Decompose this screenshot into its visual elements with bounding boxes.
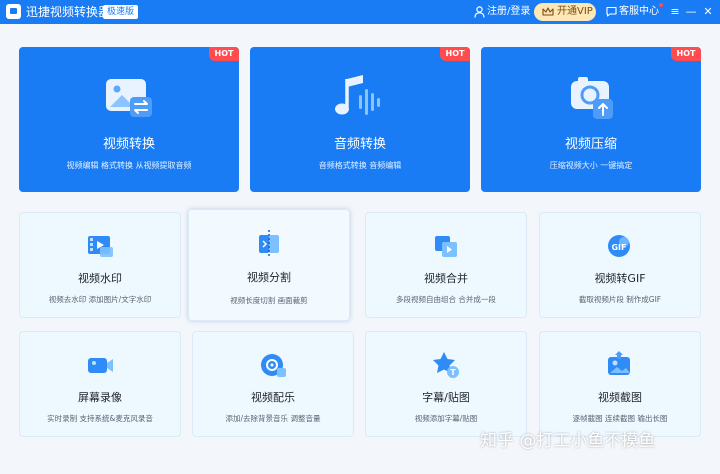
card-desc: 压缩视频大小 一键搞定 <box>549 161 633 170</box>
card-audio-convert[interactable]: HOT 音频转换 音频格式转换 音频编辑 <box>250 47 470 192</box>
minimize-button[interactable]: — <box>684 4 698 20</box>
card-desc: 实时录制 支持系统&麦克风录音 <box>47 414 153 423</box>
user-icon[interactable] <box>474 6 485 18</box>
login-link[interactable]: 注册/登录 <box>487 5 530 19</box>
svg-text:T: T <box>450 368 456 377</box>
notification-dot <box>659 3 663 7</box>
card-title: 视频分割 <box>247 271 291 284</box>
vip-label: 开通VIP <box>557 6 593 17</box>
chat-icon[interactable] <box>606 6 617 17</box>
card-title: 视频转GIF <box>594 272 646 285</box>
card-desc: 多段视频自由组合 合并成一段 <box>396 295 496 304</box>
card-video-music[interactable]: 视频配乐 添加/去除背景音乐 调整音量 <box>192 331 354 437</box>
vip-button[interactable]: 开通VIP <box>534 3 596 21</box>
card-video-watermark[interactable]: 视频水印 视频去水印 添加图片/文字水印 <box>19 212 181 318</box>
card-video-convert[interactable]: HOT 视频转换 视频编辑 格式转换 从视频提取音频 <box>19 47 239 192</box>
card-desc: 音频格式转换 音频编辑 <box>318 161 402 170</box>
music-icon <box>261 354 286 377</box>
subtitle-icon: T <box>433 352 459 378</box>
screenshot-icon <box>608 351 630 375</box>
crown-icon <box>542 7 554 16</box>
card-video-merge[interactable]: 视频合并 多段视频自由组合 合并成一段 <box>365 212 527 318</box>
audio-convert-icon <box>335 75 380 115</box>
zhihu-watermark: 知乎 @打工小鱼不摸鱼 <box>480 431 656 451</box>
screen-record-icon <box>88 358 113 373</box>
card-title: 视频合并 <box>424 272 468 285</box>
split-icon <box>259 230 279 256</box>
edition-badge: 极速版 <box>103 5 139 19</box>
hot-badge: HOT <box>671 47 701 61</box>
video-convert-icon <box>106 79 152 117</box>
card-desc: 视频添加字幕/贴图 <box>414 414 478 423</box>
card-title: 字幕/贴图 <box>422 391 470 404</box>
card-desc: 视频长度切割 画面裁剪 <box>230 296 308 305</box>
card-screen-record[interactable]: 屏幕录像 实时录制 支持系统&麦克风录音 <box>19 331 181 437</box>
gif-icon: GIF <box>608 235 630 257</box>
card-video-split[interactable]: 视频分割 视频长度切割 画面裁剪 <box>188 209 350 321</box>
app-logo-icon <box>6 4 21 19</box>
video-compress-icon <box>571 77 613 119</box>
card-video-to-gif[interactable]: GIF 视频转GIF 截取视频片段 制作成GIF <box>539 212 701 318</box>
card-video-compress[interactable]: HOT 视频压缩 压缩视频大小 一键搞定 <box>481 47 701 192</box>
hot-badge: HOT <box>209 47 239 61</box>
card-desc: 视频去水印 添加图片/文字水印 <box>48 295 152 304</box>
svg-text:GIF: GIF <box>611 243 626 252</box>
card-title: 屏幕录像 <box>78 391 122 404</box>
title-bar: 迅捷视频转换器 极速版 注册/登录 开通VIP 客服中心 ≡ — ✕ <box>0 0 720 24</box>
close-button[interactable]: ✕ <box>701 4 715 20</box>
watermark-icon <box>88 236 113 257</box>
card-desc: 逐帧截图 连续截图 输出长图 <box>572 414 668 423</box>
card-desc: 截取视频片段 制作成GIF <box>578 295 662 304</box>
card-title: 音频转换 <box>333 137 386 152</box>
card-title: 视频截图 <box>598 391 642 404</box>
service-center-link[interactable]: 客服中心 <box>619 5 659 19</box>
card-desc: 添加/去除背景音乐 调整音量 <box>225 414 321 423</box>
card-title: 视频压缩 <box>564 137 617 152</box>
card-title: 视频配乐 <box>251 391 295 404</box>
menu-button[interactable]: ≡ <box>668 4 682 20</box>
card-title: 视频转换 <box>102 137 155 152</box>
card-title: 视频水印 <box>78 272 122 285</box>
card-desc: 视频编辑 格式转换 从视频提取音频 <box>66 161 192 170</box>
hot-badge: HOT <box>440 47 470 61</box>
app-title: 迅捷视频转换器 <box>26 5 111 19</box>
card-video-screenshot[interactable]: 视频截图 逐帧截图 连续截图 输出长图 <box>539 331 701 437</box>
merge-icon <box>435 236 457 257</box>
card-subtitle-sticker[interactable]: T 字幕/贴图 视频添加字幕/贴图 <box>365 331 527 437</box>
